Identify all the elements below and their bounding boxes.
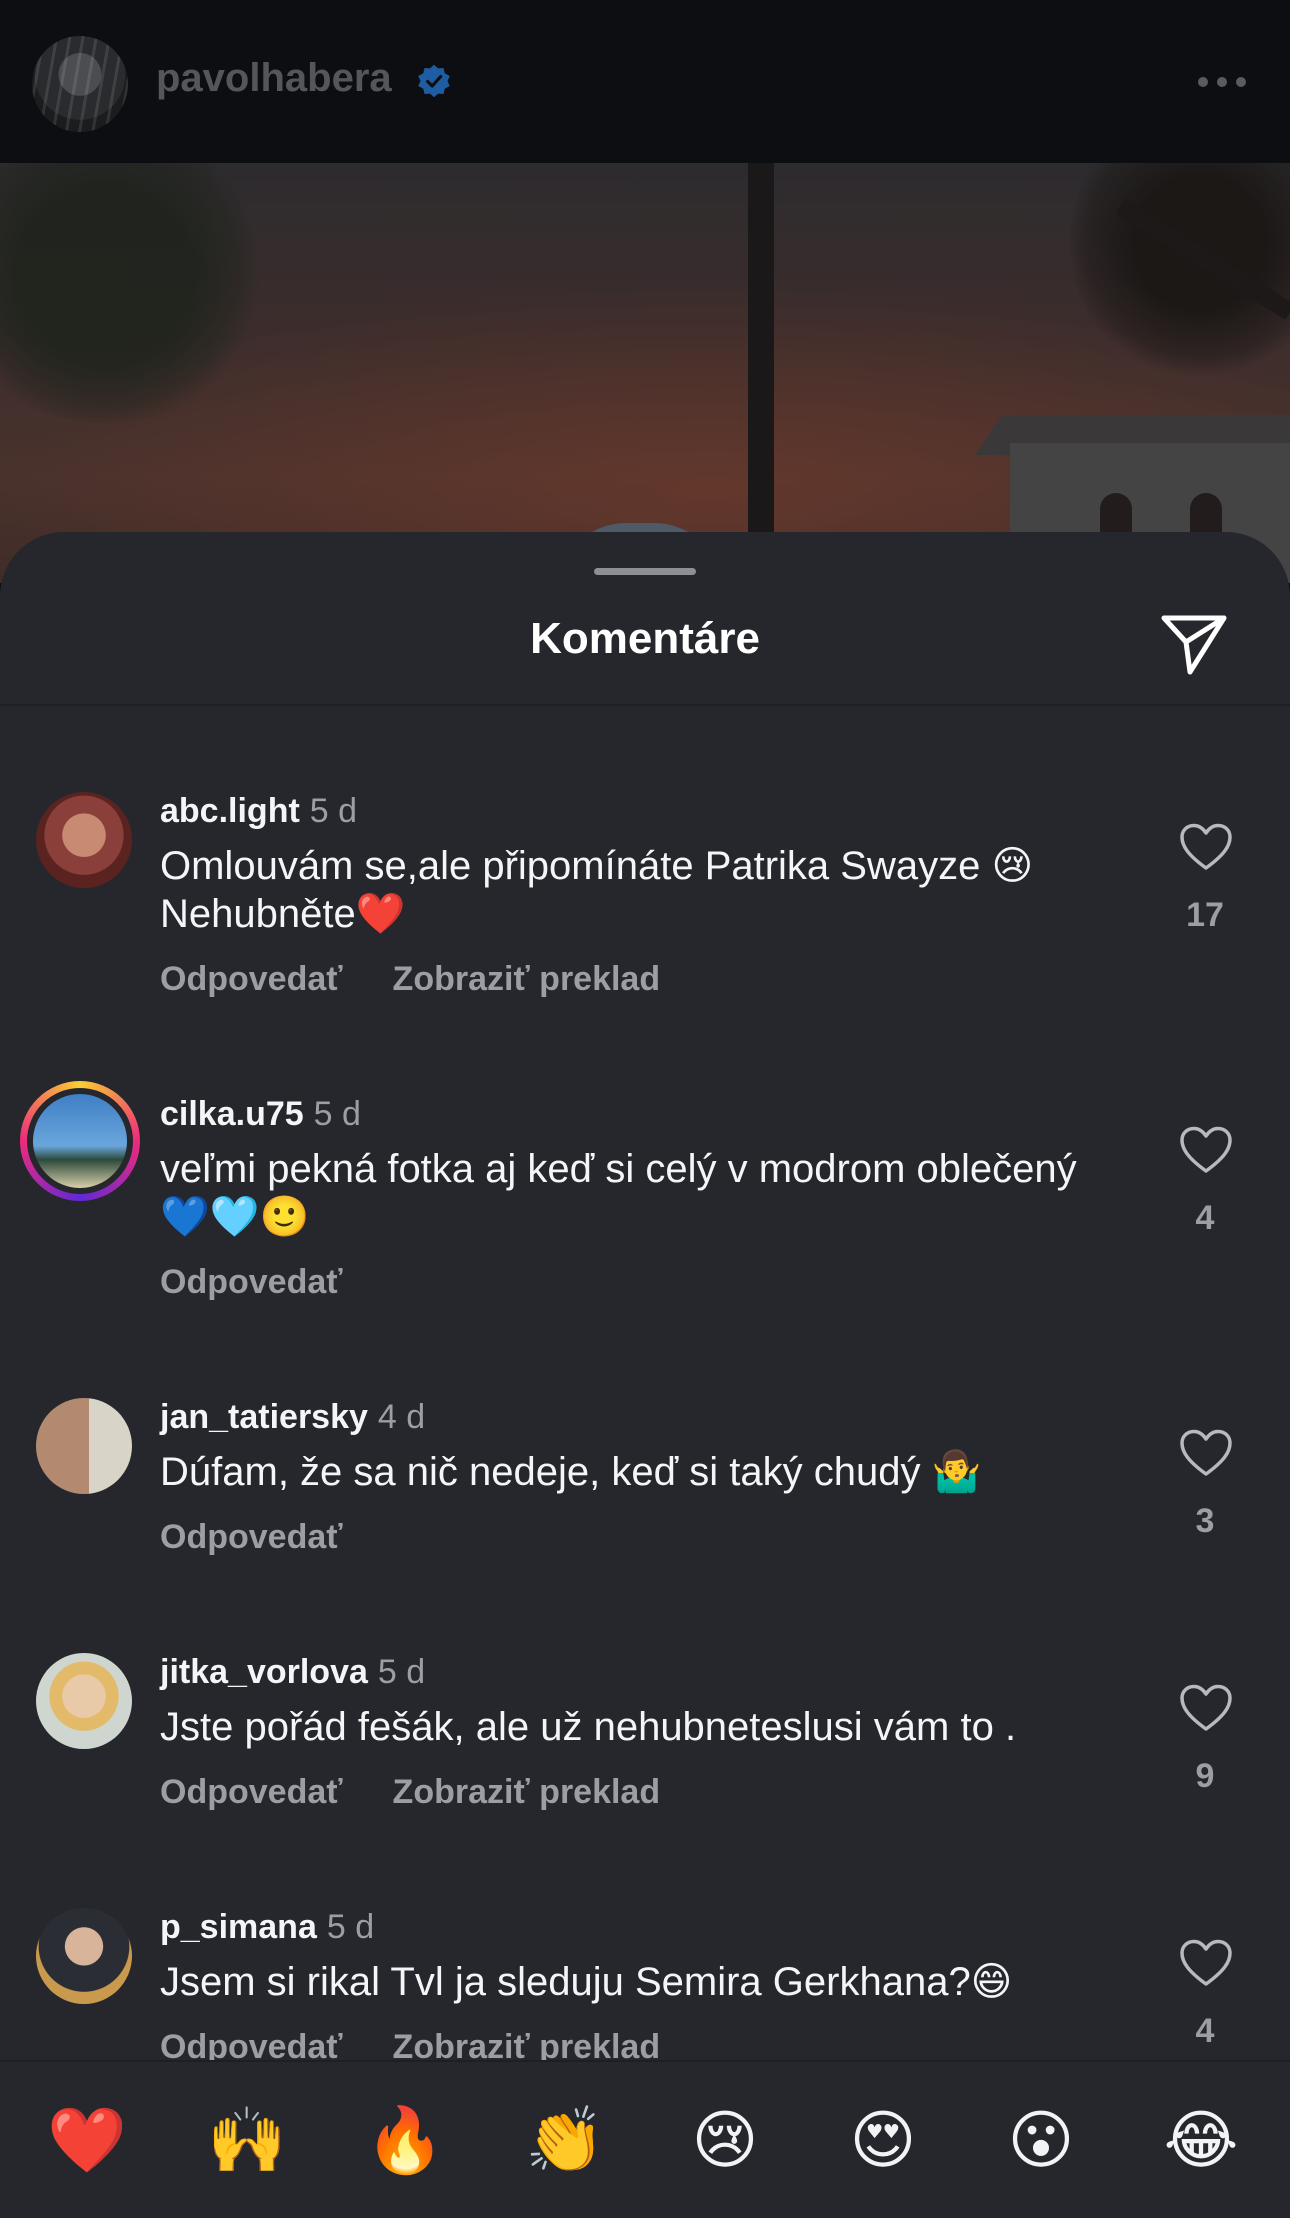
emoji-heart[interactable]: ❤️ — [42, 2100, 132, 2180]
comments-list[interactable]: abc.light 5 d Omlouvám se,ale připomínáte… — [0, 706, 1290, 2060]
comment-time: 5 d — [313, 1095, 361, 1133]
heart-icon[interactable] — [1178, 822, 1234, 872]
comment-username[interactable]: abc.light — [160, 792, 300, 830]
heart-icon[interactable] — [1178, 1938, 1234, 1988]
like-count: 17 — [1186, 896, 1224, 934]
comment-actions: Odpovedať Zobraziť preklad — [160, 960, 660, 999]
reply-button[interactable]: Odpovedať — [160, 1773, 343, 1812]
comment-time: 5 d — [326, 1908, 375, 1946]
comment-text: Dúfam, že sa nič nedeje, keď si taký chu… — [160, 1450, 982, 1494]
reply-button[interactable]: Odpovedať — [160, 960, 343, 999]
emoji-heart-eyes[interactable]: 😍 — [838, 2100, 928, 2180]
post-photo — [0, 163, 1290, 583]
post-author-username[interactable]: pavolhabera — [156, 56, 392, 101]
verified-badge-icon — [418, 64, 450, 98]
translate-button[interactable]: Zobraziť preklad — [393, 960, 661, 999]
comment-text: veľmi pekná fotka aj keď si celý v modro… — [160, 1147, 1077, 1239]
comment-username[interactable]: p_simana — [160, 1908, 317, 1946]
comment-text: Jste pořád fešák, ale už nehubneteslusi … — [160, 1705, 1017, 1749]
heart-icon[interactable] — [1178, 1125, 1234, 1175]
comment-actions: Odpovedať Zobraziť preklad — [160, 2028, 660, 2060]
like-count: 4 — [1195, 1199, 1215, 1237]
emoji-raising-hands[interactable]: 🙌 — [202, 2100, 292, 2180]
commenter-avatar-story-ring[interactable] — [20, 1081, 140, 1201]
comment-text: Jsem si rikal Tvl ja sleduju Semira Gerk… — [160, 1960, 1013, 2004]
heart-icon[interactable] — [1178, 1683, 1234, 1733]
commenter-avatar[interactable] — [36, 1653, 132, 1749]
comment-header: jitka_vorlova 5 d — [160, 1653, 425, 1692]
sheet-title: Komentáre — [530, 614, 760, 663]
comment-header: abc.light 5 d — [160, 792, 357, 831]
emoji-tears-of-joy[interactable]: 😂 — [1156, 2100, 1246, 2180]
like-count: 3 — [1195, 1502, 1215, 1540]
drag-handle[interactable] — [594, 568, 696, 575]
reaction-bar: ❤️ 🙌 🔥 👏 😢 😍 😮 😂 — [0, 2060, 1290, 2218]
comment-actions: Odpovedať — [160, 1263, 343, 1302]
comment-time: 5 d — [309, 792, 358, 830]
reply-button[interactable]: Odpovedať — [160, 1263, 343, 1302]
heart-icon[interactable] — [1178, 1428, 1234, 1478]
emoji-fire[interactable]: 🔥 — [360, 2100, 450, 2180]
like-count: 9 — [1195, 1757, 1215, 1795]
paper-plane-icon[interactable] — [1160, 612, 1228, 676]
post-author-avatar[interactable] — [32, 36, 128, 132]
comment-username[interactable]: jitka_vorlova — [160, 1653, 368, 1691]
translate-button[interactable]: Zobraziť preklad — [393, 1773, 661, 1812]
comment-actions: Odpovedať Zobraziť preklad — [160, 1773, 660, 1812]
comments-sheet: Komentáre abc.light 5 d Omlouvám se,ale p… — [0, 532, 1290, 2218]
emoji-crying-face[interactable]: 😢 — [680, 2100, 770, 2180]
translate-button[interactable]: Zobraziť preklad — [393, 2028, 661, 2060]
comment-time: 5 d — [377, 1653, 426, 1691]
reply-button[interactable]: Odpovedať — [160, 1518, 343, 1557]
commenter-avatar[interactable] — [36, 792, 132, 888]
commenter-avatar[interactable] — [36, 1398, 132, 1494]
comment-username[interactable]: cilka.u75 — [160, 1095, 304, 1133]
comment-text: Omlouvám se,ale připomínáte Patrika Sway… — [160, 844, 1034, 936]
comment-header: jan_tatiersky 4 d — [160, 1398, 425, 1437]
like-count: 4 — [1195, 2012, 1215, 2050]
emoji-clapping-hands[interactable]: 👏 — [520, 2100, 610, 2180]
more-horizontal-icon[interactable] — [1198, 70, 1250, 94]
comment-time: 4 d — [377, 1398, 426, 1436]
emoji-surprised-face[interactable]: 😮 — [996, 2100, 1086, 2180]
comment-username[interactable]: jan_tatiersky — [160, 1398, 368, 1436]
comment-header: cilka.u75 5 d — [160, 1095, 361, 1134]
comment-header: p_simana 5 d — [160, 1908, 374, 1947]
post-header: pavolhabera — [0, 0, 1290, 163]
commenter-avatar[interactable] — [36, 1908, 132, 2004]
reply-button[interactable]: Odpovedať — [160, 2028, 343, 2060]
comment-actions: Odpovedať — [160, 1518, 343, 1557]
